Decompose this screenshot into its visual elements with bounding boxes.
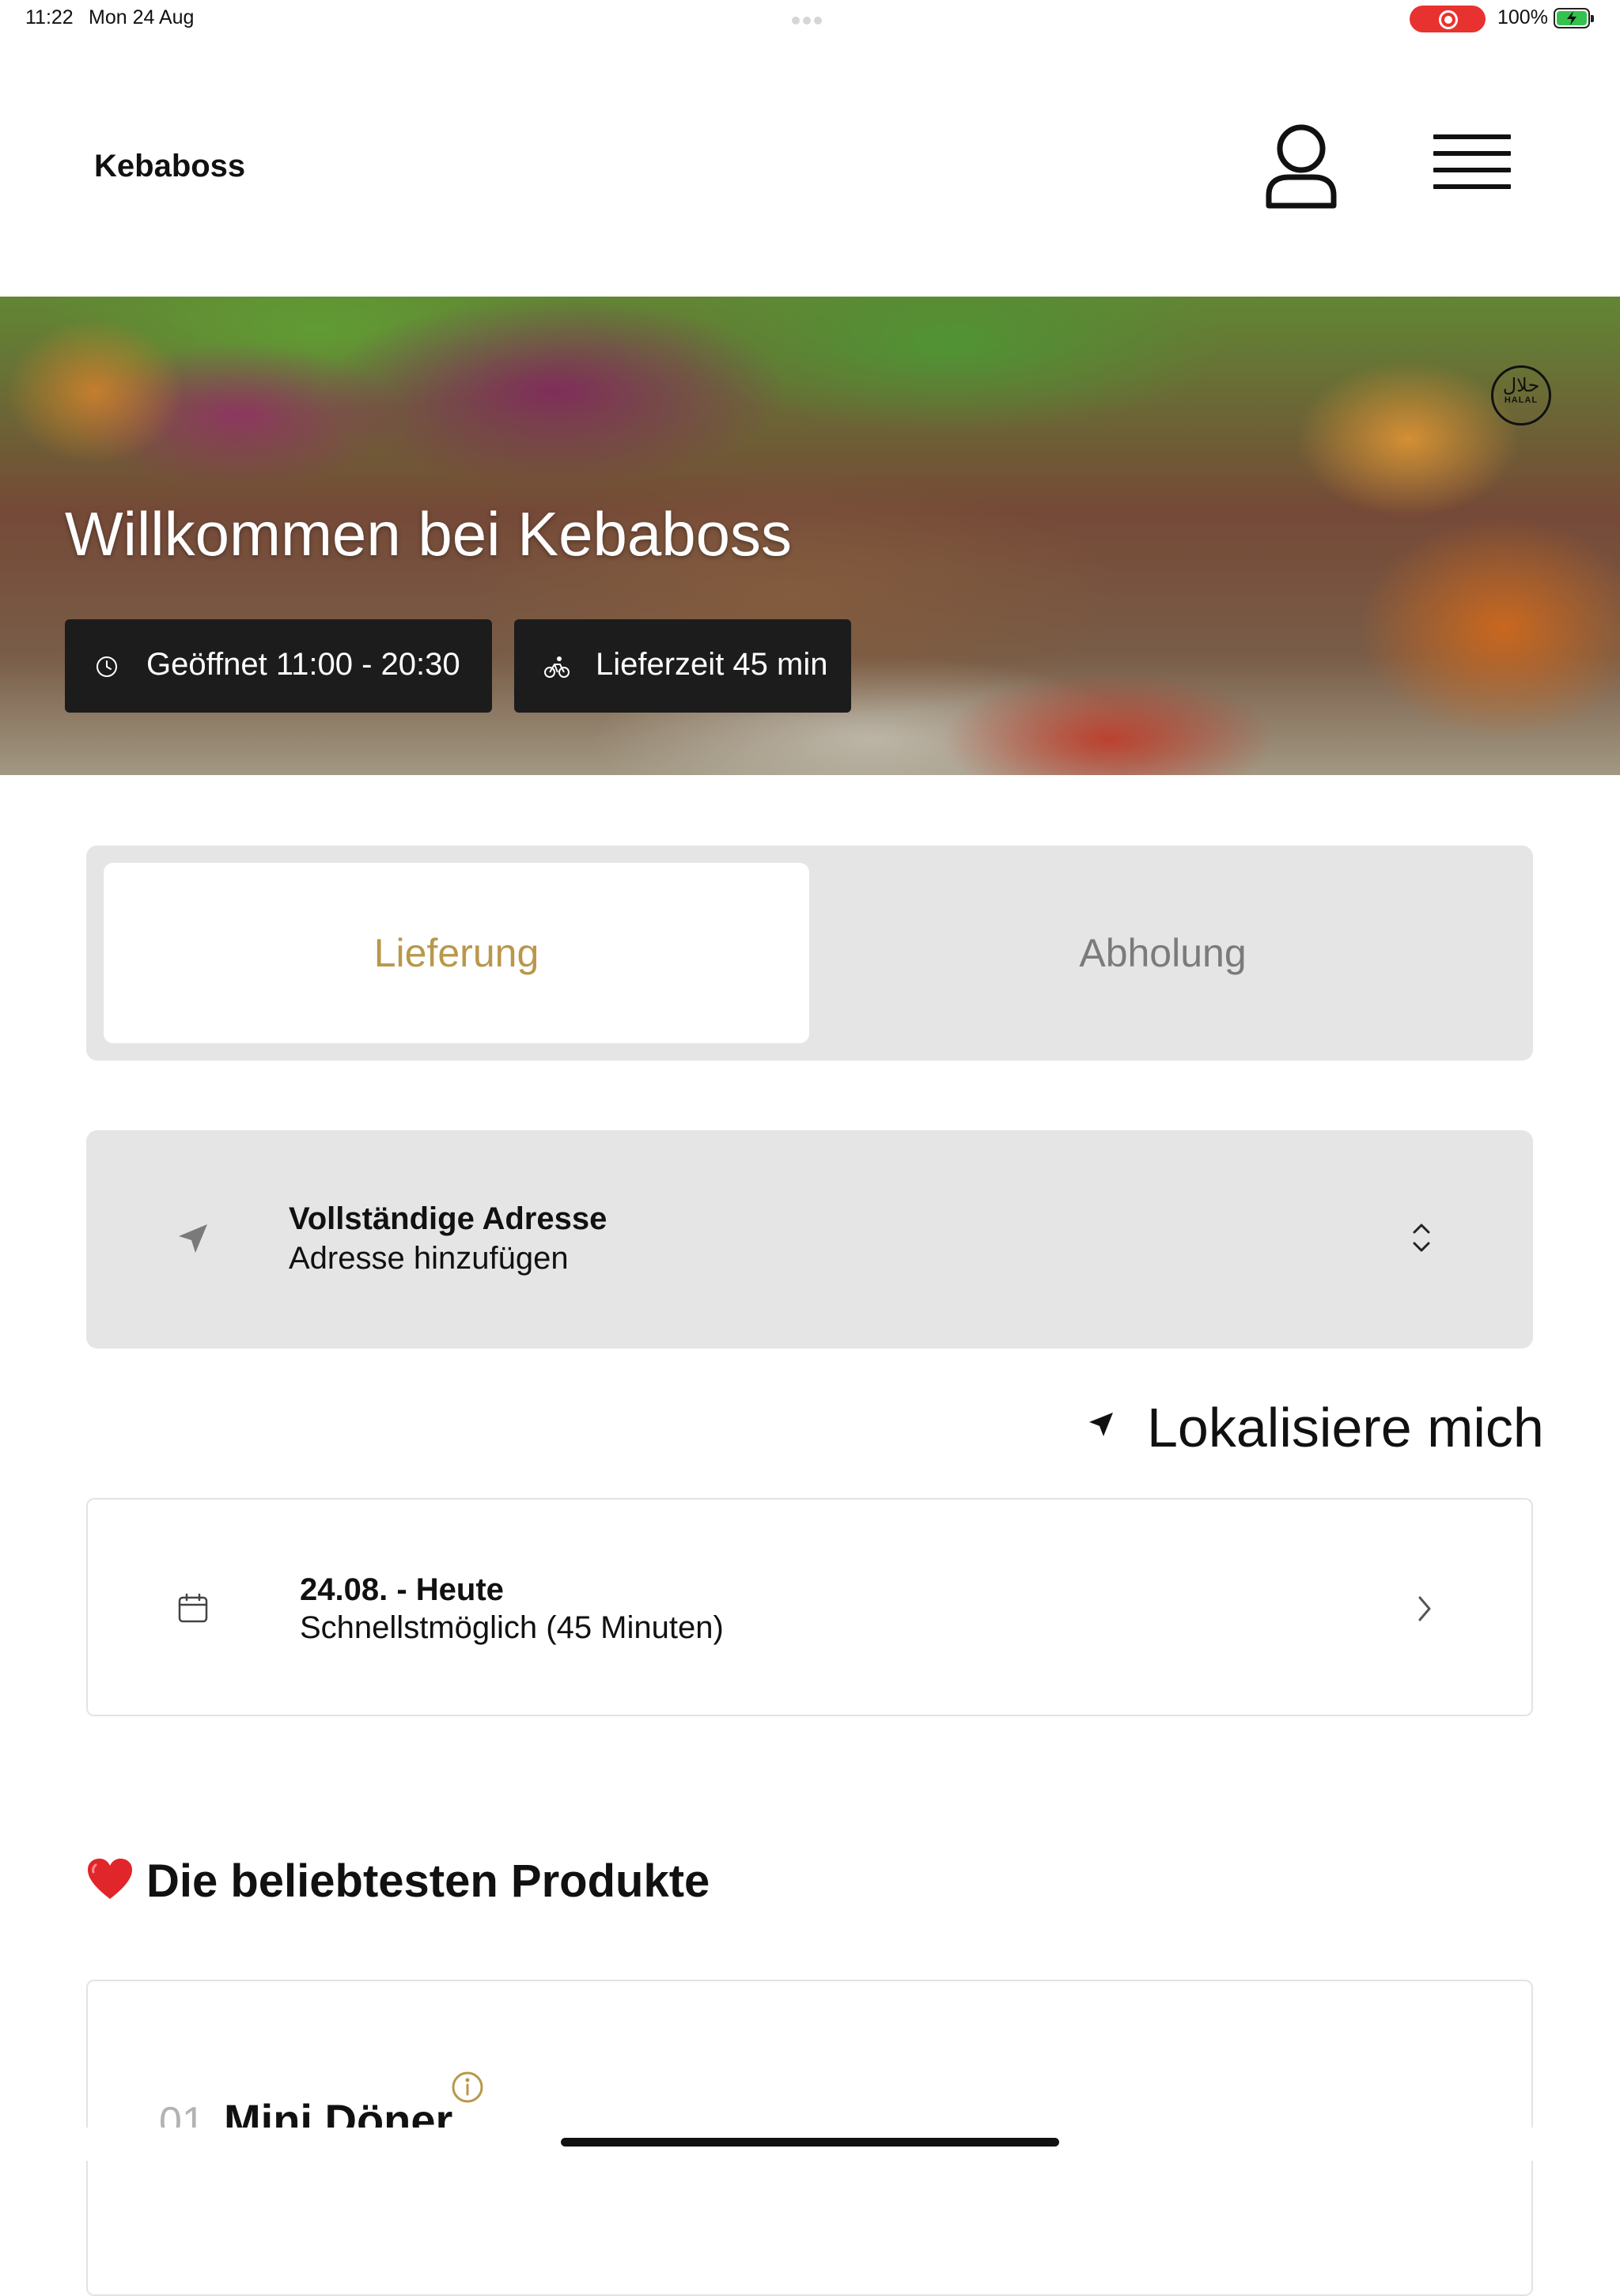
- menu-button[interactable]: [1424, 127, 1519, 206]
- order-mode-toggle: Lieferung Abholung: [86, 845, 1533, 1061]
- person-outline-icon: [1266, 124, 1337, 209]
- opening-hours-chip: Geöffnet 11:00 - 20:30: [65, 619, 492, 713]
- tab-delivery[interactable]: Lieferung: [104, 863, 809, 1043]
- status-bar: 11:22 Mon 24 Aug 100%: [0, 0, 1620, 38]
- heart-icon: [88, 1859, 132, 1899]
- bicycle-icon: [544, 656, 570, 678]
- address-selector[interactable]: Vollständige Adresse Adresse hinzufügen: [86, 1130, 1533, 1348]
- tab-pickup[interactable]: Abholung: [810, 863, 1516, 1043]
- popular-products-title: Die beliebtesten Produkte: [146, 1855, 710, 1907]
- chevron-right-icon: [1418, 1596, 1431, 1621]
- battery-percentage: 100%: [1497, 6, 1548, 28]
- battery-icon: [1554, 8, 1594, 28]
- locate-me-label: Lokalisiere mich: [1147, 1397, 1544, 1458]
- navigation-arrow-icon: [179, 1224, 207, 1253]
- home-indicator[interactable]: [561, 2138, 1059, 2147]
- delivery-time-text: Lieferzeit 45 min: [596, 647, 828, 682]
- schedule-date: 24.08. - Heute: [300, 1572, 504, 1607]
- hero-banner: حلال HALAL Willkommen bei Kebaboss Geöff…: [0, 297, 1620, 775]
- address-title: Vollständige Adresse: [289, 1201, 608, 1236]
- popular-products-heading: Die beliebtesten Produkte: [86, 1855, 710, 1908]
- halal-badge-icon: حلال HALAL: [1491, 365, 1551, 426]
- hamburger-menu-icon: [1433, 134, 1511, 139]
- schedule-time: Schnellstmöglich (45 Minuten): [300, 1610, 724, 1645]
- screen-recording-icon[interactable]: [1410, 6, 1486, 32]
- delivery-time-selector[interactable]: 24.08. - Heute Schnellstmöglich (45 Minu…: [86, 1498, 1533, 1716]
- status-date: Mon 24 Aug: [89, 6, 195, 28]
- info-circle-icon[interactable]: [450, 2070, 485, 2105]
- brand-title[interactable]: Kebaboss: [94, 149, 245, 184]
- clock-icon: [97, 656, 117, 677]
- status-time: 11:22: [25, 6, 74, 28]
- multitasking-dots-icon[interactable]: [792, 14, 828, 25]
- address-value: Adresse hinzufügen: [289, 1241, 569, 1276]
- calendar-icon: [178, 1593, 208, 1623]
- delivery-time-chip: Lieferzeit 45 min: [514, 619, 851, 713]
- account-button[interactable]: [1258, 119, 1345, 214]
- opening-hours-text: Geöffnet 11:00 - 20:30: [146, 647, 460, 682]
- chevron-up-down-icon: [1413, 1224, 1430, 1252]
- location-arrow-icon: [1089, 1413, 1113, 1436]
- hero-title: Willkommen bei Kebaboss: [65, 499, 793, 569]
- locate-me-button[interactable]: Lokalisiere mich: [1080, 1394, 1544, 1458]
